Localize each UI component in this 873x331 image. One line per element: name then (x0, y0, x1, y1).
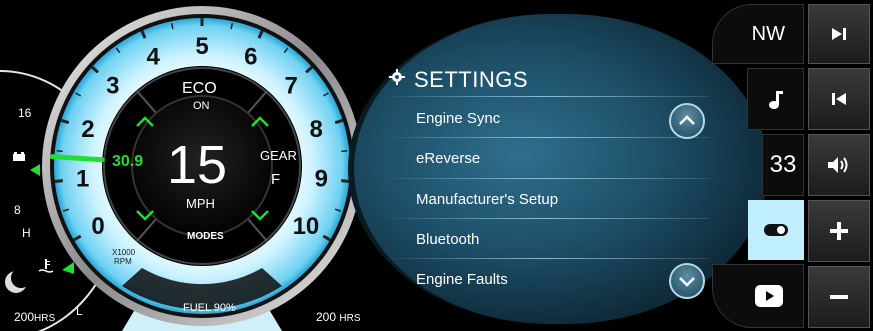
rpm-tick-label: 8 (309, 116, 322, 143)
menu-item-engine-faults[interactable]: Engine Faults (416, 265, 706, 295)
battery-icon (12, 148, 26, 161)
music-note-icon (768, 91, 783, 109)
settings-title: SETTINGS (414, 67, 529, 92)
rpm-tick-label: 2 (81, 116, 94, 143)
divider (380, 178, 710, 179)
menu-item-manufacturers-setup[interactable]: Manufacturer's Setup (416, 185, 706, 215)
next-track-button[interactable] (808, 4, 870, 64)
minus-icon (830, 295, 848, 299)
fuel-level: FUEL 90% (183, 302, 236, 314)
play-icon (755, 285, 783, 307)
divider (380, 96, 710, 97)
rpm-multiplier: X1000 (112, 248, 136, 257)
rpm-unit: RPM (114, 257, 132, 266)
menu-item-engine-sync[interactable]: Engine Sync (416, 104, 706, 134)
music-button[interactable] (747, 68, 804, 130)
rpm-tick-label: 10 (293, 213, 320, 240)
rpm-needle (49, 154, 105, 163)
divider (380, 258, 710, 259)
rpm-tick (54, 179, 63, 183)
divider (380, 218, 710, 219)
secondary-value: 30.9 (112, 153, 144, 170)
gear-icon (388, 68, 406, 86)
eco-label[interactable]: ECO (182, 80, 217, 98)
channel-display: 33 (762, 134, 804, 196)
rpm-tick-label: 4 (147, 43, 161, 70)
side-gauge-mid-value: 8 (14, 203, 21, 217)
night-mode-icon[interactable] (2, 268, 31, 301)
heading-value: NW (751, 22, 785, 45)
rpm-tick-label: 5 (195, 33, 208, 60)
rpm-tick-label: 9 (315, 166, 328, 193)
plus-icon (830, 222, 848, 240)
scroll-up-button[interactable] (669, 103, 705, 139)
scroll-down-button[interactable] (669, 263, 705, 299)
chevron-down-icon (679, 277, 695, 287)
menu-item-ereverse[interactable]: eReverse (416, 144, 706, 174)
volume-up-button[interactable] (808, 200, 870, 262)
volume-button[interactable] (808, 134, 870, 196)
speed-value: 15 (167, 135, 228, 195)
previous-track-button[interactable] (808, 68, 870, 130)
divider (380, 137, 710, 138)
skip-back-icon (832, 93, 846, 105)
play-button[interactable] (712, 264, 804, 328)
rpm-tick-label: 7 (284, 73, 297, 100)
eco-state: ON (193, 100, 210, 112)
marine-display: 16 8 H L 200HRS 0 1 2 3 4 5 6 7 8 9 10 E… (0, 0, 873, 331)
toggle-button[interactable] (748, 200, 804, 260)
volume-down-button[interactable] (808, 266, 870, 328)
gear-value: F (271, 171, 281, 188)
rpm-tick (341, 149, 348, 153)
right-hours: 200 HRS (316, 310, 361, 324)
speaker-icon (828, 157, 848, 173)
rpm-tick-label: 0 (91, 213, 104, 240)
rpm-tick (56, 149, 63, 153)
toggle-icon (764, 224, 788, 236)
heading-indicator: NW (712, 4, 804, 64)
rpm-tick-label: 3 (106, 73, 119, 100)
channel-value: 33 (769, 151, 797, 178)
rpm-tick-label: 1 (76, 166, 89, 193)
skip-forward-icon (832, 28, 846, 40)
rpm-tick-label: 6 (244, 43, 257, 70)
modes-button[interactable]: MODES (187, 231, 224, 242)
speed-unit: MPH (186, 196, 215, 211)
gear-label: GEAR (260, 148, 297, 163)
chevron-up-icon (679, 115, 695, 125)
menu-item-bluetooth[interactable]: Bluetooth (416, 225, 706, 255)
